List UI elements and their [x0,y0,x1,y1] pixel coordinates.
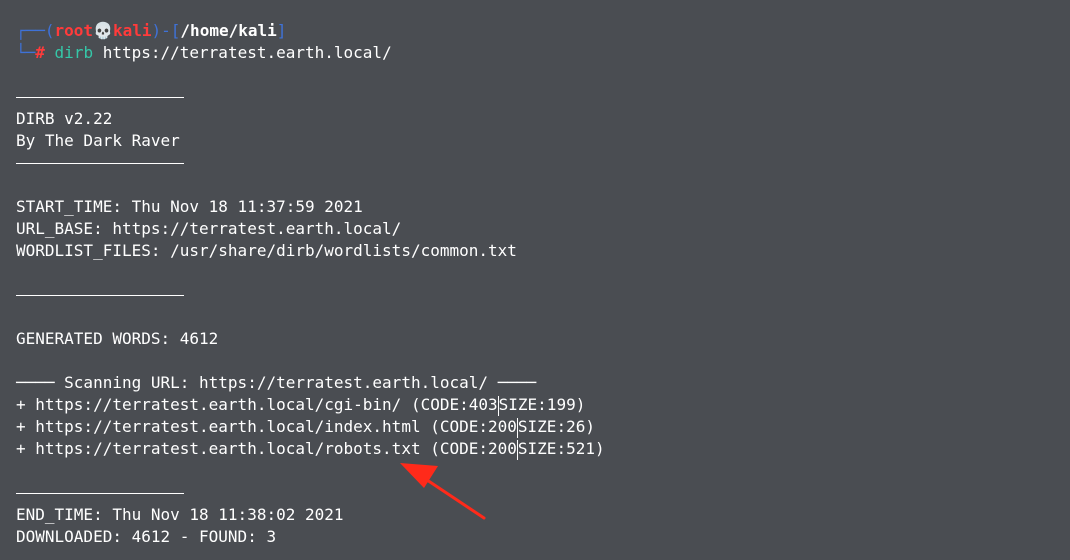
red-arrow-icon [400,463,486,520]
